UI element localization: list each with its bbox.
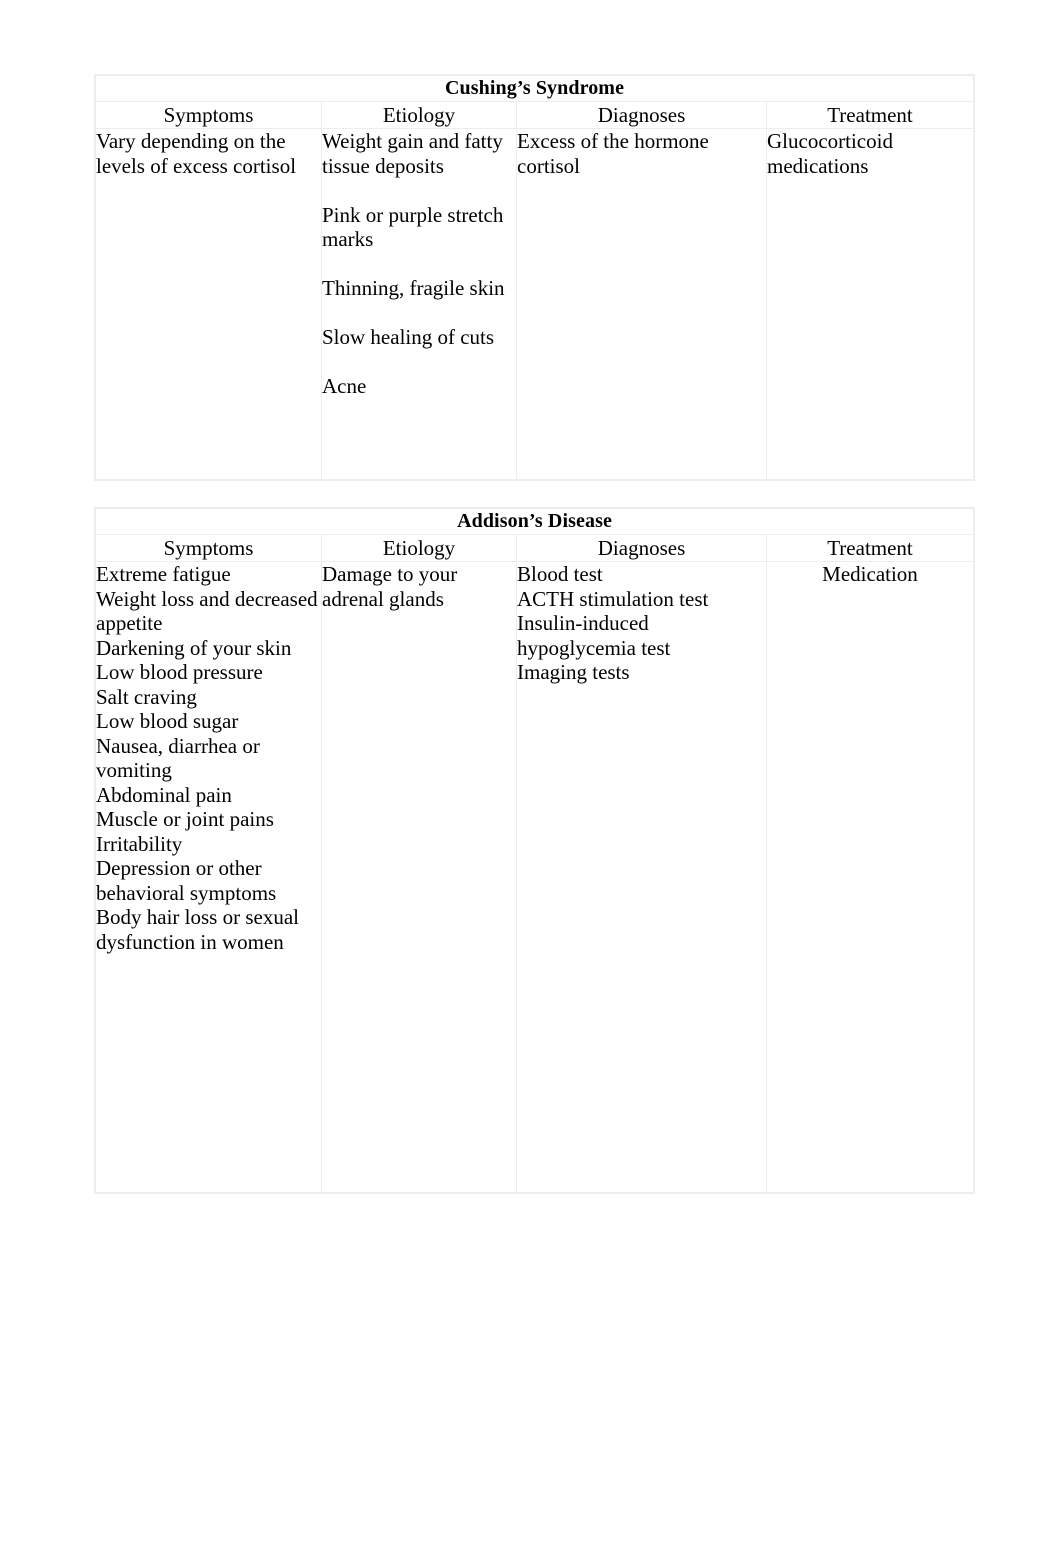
cell-line: Darkening of your skin (96, 635, 292, 660)
cell-line: Blood test (517, 562, 603, 586)
cell-etiology: Weight gain and fatty tissue deposits Pin… (321, 128, 517, 480)
cell-line: Excess of the hormone cortisol (517, 129, 715, 178)
cell-line: Salt craving (96, 684, 197, 709)
cell-symptoms: Vary depending on the levels of excess c… (95, 128, 322, 480)
column-header-treatment: Treatment (765, 101, 975, 129)
column-header-diagnoses: Diagnoses (516, 534, 767, 562)
cell-line: Acne (322, 374, 367, 398)
cell-line: Insulin-induced hypoglycemia test (517, 611, 671, 660)
column-header-symptoms: Symptoms (95, 101, 322, 129)
cell-line: Depression or other behavioral symptoms (96, 856, 277, 905)
cell-line: Extreme fatigue (96, 562, 231, 586)
condition-table-cushings: Cushing’s Syndrome Symptoms Etiology Dia… (94, 75, 975, 480)
cell-line: Vary depending on the levels of excess c… (96, 129, 297, 178)
cell-line: Body hair loss or sexual dysfunction in … (96, 905, 305, 954)
table-header-row: Symptoms Etiology Diagnoses Treatment (95, 534, 974, 562)
cell-treatment: Glucocorticoid medications (765, 128, 975, 480)
cell-line: Medication (822, 562, 918, 586)
cell-treatment: Medication (766, 561, 974, 1193)
cell-line: Glucocorticoid medications (767, 129, 899, 178)
column-header-diagnoses: Diagnoses (516, 101, 767, 129)
table-row: Vary depending on the levels of excess c… (95, 128, 975, 480)
column-header-symptoms: Symptoms (95, 534, 322, 562)
cell-line: Imaging tests (517, 660, 630, 684)
column-header-etiology: Etiology (321, 534, 517, 562)
cell-line: Abdominal pain (96, 782, 232, 807)
table-title: Addison’s Disease (95, 508, 974, 535)
cell-line: ACTH stimulation test (517, 586, 709, 611)
table-title: Cushing’s Syndrome (94, 75, 975, 102)
document-page: Cushing’s Syndrome Symptoms Etiology Dia… (0, 0, 1062, 1556)
cell-line: Low blood sugar (96, 709, 239, 733)
cell-line: Slow healing of cuts (322, 325, 495, 349)
cell-line: Pink or purple stretch marks (322, 202, 509, 252)
table-title-row: Cushing’s Syndrome (94, 75, 975, 102)
condition-table-addisons: Addison’s Disease Symptoms Etiology Diag… (95, 508, 974, 1193)
table-row: Extreme fatigue Weight loss and decreased… (95, 561, 974, 1193)
cell-line: Thinning, fragile skin (322, 276, 505, 300)
cell-line: Low blood pressure (96, 660, 263, 684)
cell-line: Muscle or joint pains (96, 807, 274, 831)
cell-line: Weight gain and fatty tissue deposits (322, 129, 509, 178)
cell-diagnoses: Excess of the hormone cortisol (516, 128, 767, 480)
cell-diagnoses: Blood test ACTH stimulation test Insulin-i… (516, 561, 767, 1193)
cell-line: Irritability (96, 831, 183, 856)
cell-etiology: Damage to your adrenal glands (321, 561, 517, 1193)
cell-line: Weight loss and decreased appetite (96, 586, 323, 636)
cell-line: Damage to your adrenal glands (322, 562, 463, 611)
table-title-row: Addison’s Disease (95, 508, 974, 535)
column-header-etiology: Etiology (321, 101, 517, 129)
table-header-row: Symptoms Etiology Diagnoses Treatment (95, 101, 975, 129)
cell-line: Nausea, diarrhea or vomiting (96, 733, 266, 783)
column-header-treatment: Treatment (766, 534, 974, 562)
cell-symptoms: Extreme fatigue Weight loss and decreased… (95, 561, 323, 1193)
